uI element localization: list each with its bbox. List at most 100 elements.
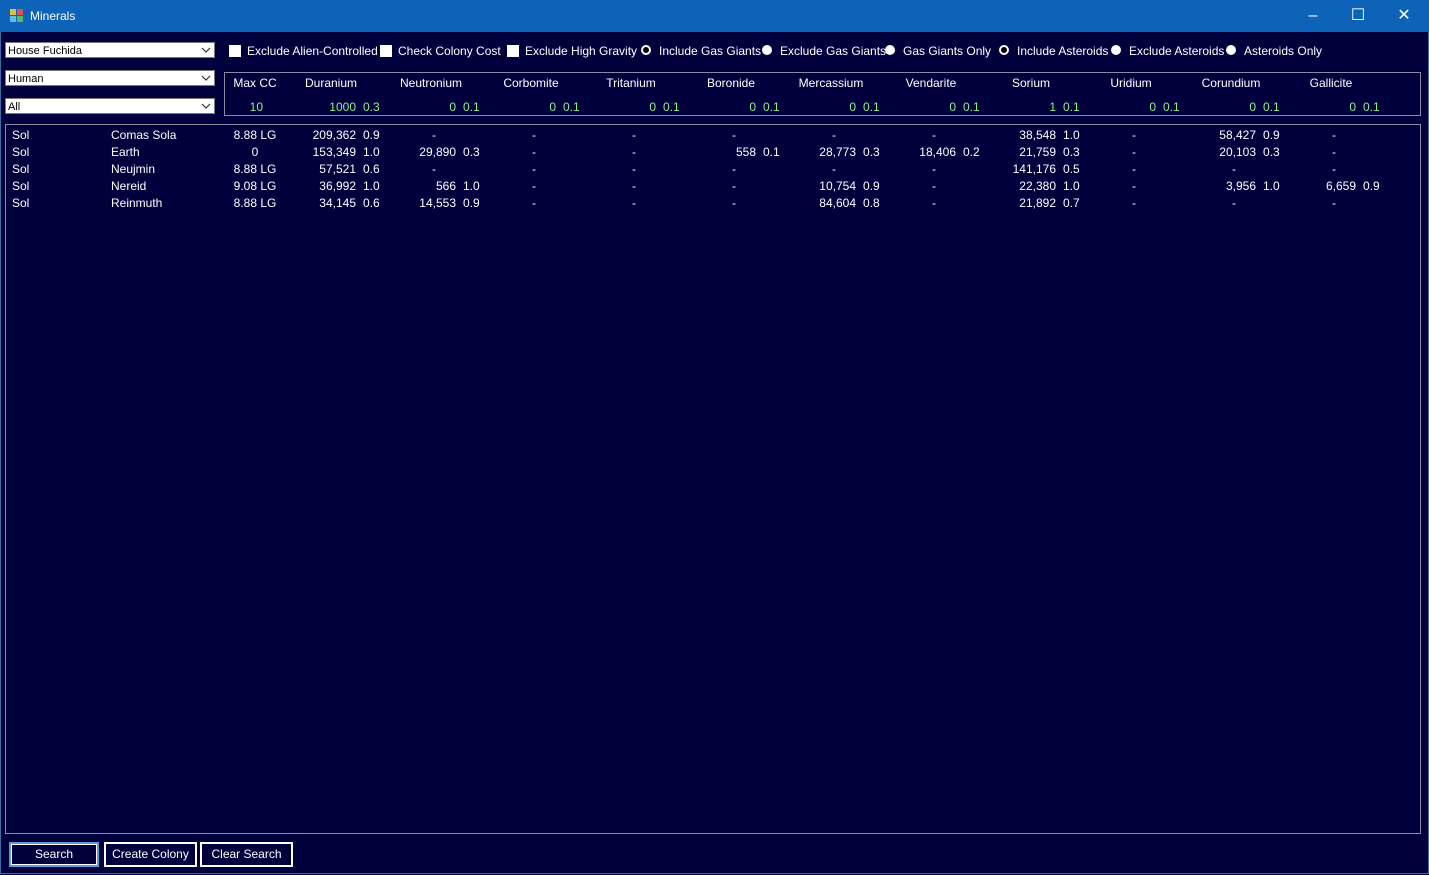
mineral-amount-cell: - <box>532 128 536 142</box>
mineral-min-amount[interactable]: 0 <box>1211 100 1256 114</box>
radio-dot[interactable] <box>885 45 895 55</box>
table-row[interactable]: Sol Neujmin 8.88 LG 57,521 0.6 - - - - - - 141,176 0… <box>6 160 1420 177</box>
mineral-min-access[interactable]: 0.3 <box>363 100 380 114</box>
radio-dot[interactable] <box>641 45 651 55</box>
mineral-amount-cell: - <box>632 128 636 142</box>
mineral-min-amount[interactable]: 0 <box>1111 100 1156 114</box>
mineral-amount-cell: 566 <box>435 179 456 193</box>
mineral-amount-cell: - <box>832 128 836 142</box>
mineral-min-access[interactable]: 0.1 <box>863 100 880 114</box>
mineral-min-amount[interactable]: 0 <box>711 100 756 114</box>
mineral-amount-cell: 558 <box>735 145 756 159</box>
body-cell: Earth <box>111 145 140 159</box>
mineral-access-cell: 0.3 <box>863 145 880 159</box>
mineral-amount-cell: - <box>1132 128 1136 142</box>
system-cell: Sol <box>12 179 30 193</box>
mineral-min-amount[interactable]: 0 <box>1311 100 1356 114</box>
mineral-amount-cell: - <box>532 145 536 159</box>
species-select-value: Human <box>8 73 44 85</box>
mineral-amount-cell: 3,956 <box>1225 179 1256 193</box>
mineral-header-vendarite: Vendarite <box>905 76 957 90</box>
maximize-icon[interactable]: ☐ <box>1335 0 1381 32</box>
mineral-min-access[interactable]: 0.1 <box>663 100 680 114</box>
mineral-min-access[interactable]: 0.1 <box>1063 100 1080 114</box>
mineral-access-cell: 1.0 <box>363 145 380 159</box>
mineral-min-access[interactable]: 0.1 <box>463 100 480 114</box>
minimize-icon[interactable]: – <box>1290 0 1336 32</box>
search-button[interactable]: Search <box>9 842 99 867</box>
mineral-min-amount[interactable]: 0 <box>811 100 856 114</box>
clear-search-button[interactable]: Clear Search <box>200 842 293 867</box>
body-cell: Reinmuth <box>111 196 163 210</box>
create-colony-button[interactable]: Create Colony <box>104 842 197 867</box>
species-select[interactable]: Human <box>5 70 215 86</box>
title-bar: Minerals – ☐ ✕ <box>0 0 1429 32</box>
mineral-amount-cell: - <box>1132 162 1136 176</box>
mineral-amount-cell: - <box>1332 196 1336 210</box>
mineral-header-corbomite: Corbomite <box>503 76 559 90</box>
colony-cost-cell: 0 <box>251 145 259 159</box>
radio-dot[interactable] <box>762 45 772 55</box>
mineral-amount-cell: - <box>1232 162 1236 176</box>
scope-select-value: All <box>8 101 21 113</box>
mineral-amount-cell: - <box>532 196 536 210</box>
mineral-min-amount[interactable]: 1 <box>1011 100 1056 114</box>
table-row[interactable]: Sol Reinmuth 8.88 LG 34,145 0.6 14,553 0.9 - - - 8… <box>6 194 1420 211</box>
mineral-amount-cell: 209,362 <box>312 128 356 142</box>
maxcc-value[interactable]: 10 <box>225 100 263 114</box>
table-row[interactable]: Sol Earth 0 153,349 1.0 29,890 0.3 - - 558 0.1 28,7… <box>6 143 1420 160</box>
table-row[interactable]: Sol Nereid 9.08 LG 36,992 1.0 566 1.0 - - - 10,754… <box>6 177 1420 194</box>
chevron-down-icon <box>201 75 211 81</box>
mineral-header-duranium: Duranium <box>304 76 358 90</box>
mineral-min-amount[interactable]: 0 <box>411 100 456 114</box>
mineral-amount-cell: 58,427 <box>1219 128 1256 142</box>
checkbox-box[interactable] <box>507 45 519 57</box>
maxcc-header: Max CC <box>233 76 277 90</box>
mineral-access-cell: 0.9 <box>363 128 380 142</box>
mineral-header-tritanium: Tritanium <box>606 76 656 90</box>
mineral-amount-cell: - <box>1132 145 1136 159</box>
radio-dot[interactable] <box>1111 45 1121 55</box>
mineral-access-cell: 0.9 <box>1363 179 1380 193</box>
mineral-access-cell: 0.9 <box>863 179 880 193</box>
radio-dot[interactable] <box>1226 45 1236 55</box>
mineral-amount-cell: - <box>1132 196 1136 210</box>
mineral-amount-cell: - <box>932 196 936 210</box>
mineral-min-amount[interactable]: 1000 <box>311 100 356 114</box>
mineral-amount-cell: - <box>732 196 736 210</box>
checkbox-box[interactable] <box>229 45 241 57</box>
mineral-min-access[interactable]: 0.1 <box>1263 100 1280 114</box>
mineral-min-access[interactable]: 0.1 <box>1163 100 1180 114</box>
mineral-amount-cell: - <box>1332 162 1336 176</box>
mineral-access-cell: 1.0 <box>463 179 480 193</box>
mineral-access-cell: 0.6 <box>363 196 380 210</box>
mineral-min-access[interactable]: 0.1 <box>963 100 980 114</box>
mineral-amount-cell: 10,754 <box>819 179 856 193</box>
mineral-min-access[interactable]: 0.1 <box>1363 100 1380 114</box>
mineral-amount-cell: - <box>632 162 636 176</box>
mineral-min-amount[interactable]: 0 <box>911 100 956 114</box>
window-title: Minerals <box>30 9 76 23</box>
close-icon[interactable]: ✕ <box>1381 0 1427 32</box>
mineral-amount-cell: - <box>732 128 736 142</box>
checkbox-box[interactable] <box>380 45 392 57</box>
mineral-min-amount[interactable]: 0 <box>611 100 656 114</box>
mineral-min-amount[interactable]: 0 <box>511 100 556 114</box>
scope-select[interactable]: All <box>5 98 215 114</box>
body-cell: Neujmin <box>111 162 156 176</box>
results-list[interactable]: Sol Comas Sola 8.88 LG 209,362 0.9 - - - - - - 38,5… <box>5 124 1421 834</box>
mineral-header-neutronium: Neutronium <box>399 76 463 90</box>
mineral-min-access[interactable]: 0.1 <box>563 100 580 114</box>
mineral-amount-cell: - <box>832 162 836 176</box>
mineral-access-cell: 0.3 <box>463 145 480 159</box>
mineral-access-cell: 0.8 <box>863 196 880 210</box>
mineral-header-gallicite: Gallicite <box>1309 76 1353 90</box>
body-cell: Comas Sola <box>111 128 177 142</box>
empire-select[interactable]: House Fuchida <box>5 42 215 58</box>
table-row[interactable]: Sol Comas Sola 8.88 LG 209,362 0.9 - - - - - - 38,5… <box>6 126 1420 143</box>
mineral-access-cell: 0.9 <box>1263 128 1280 142</box>
mineral-min-access[interactable]: 0.1 <box>763 100 780 114</box>
mineral-amount-cell: 14,553 <box>419 196 456 210</box>
mineral-amount-cell: - <box>432 128 436 142</box>
radio-dot[interactable] <box>999 45 1009 55</box>
